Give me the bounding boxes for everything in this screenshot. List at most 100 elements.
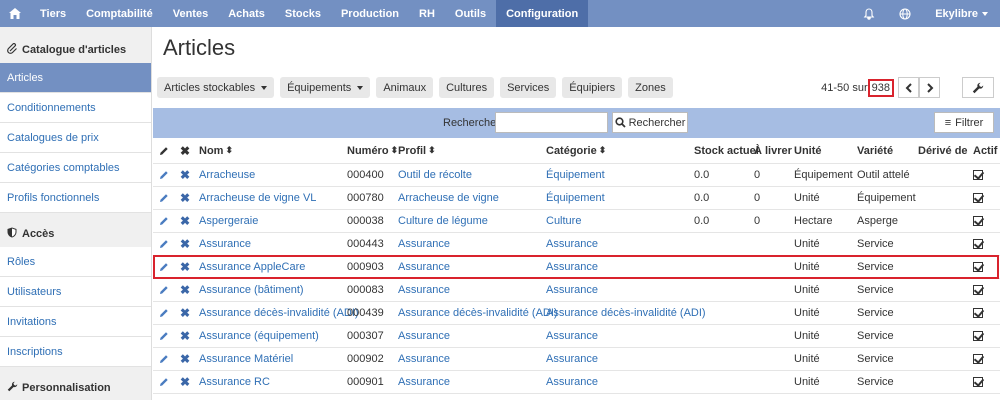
cell-categorie[interactable]: Culture [546,210,581,232]
filter-chip-label: Équipements [287,81,352,94]
cell-nom[interactable]: Assurance décès-invalidité (ADI) [199,302,359,324]
sidebar-item-utilisateurs[interactable]: Utilisateurs [0,277,151,307]
filter-chip-equipiers[interactable]: Équipiers [562,77,623,98]
cell-categorie[interactable]: Assurance [546,256,598,278]
edit-icon[interactable] [159,371,169,393]
delete-icon[interactable]: ✖ [180,302,190,324]
sidebar-item-inscriptions[interactable]: Inscriptions [0,337,151,367]
cell-profil[interactable]: Outil de récolte [398,164,472,186]
delete-icon[interactable]: ✖ [180,348,190,370]
sidebar-item-articles[interactable]: Articles [0,63,151,93]
delete-icon[interactable]: ✖ [180,210,190,232]
active-checkbox [973,302,983,324]
filter-chip-services[interactable]: Services [500,77,557,98]
cell-categorie[interactable]: Assurance [546,279,598,301]
bell-icon[interactable] [851,0,887,27]
nav-item-tiers[interactable]: Tiers [30,0,76,27]
cell-profil[interactable]: Assurance décès-invalidité (ADI) [398,302,558,324]
edit-icon[interactable] [159,348,169,370]
nav-item-stocks[interactable]: Stocks [275,0,331,27]
cell-categorie[interactable]: Assurance [546,233,598,255]
cell-profil[interactable]: Assurance [398,256,450,278]
cell-categorie[interactable]: Assurance décès-invalidité (ADI) [546,302,706,324]
cell-numero: 000903 [347,261,384,273]
check-icon [973,216,983,226]
cell-unite: Unité [794,353,820,365]
nav-item-outils[interactable]: Outils [445,0,496,27]
delete-icon[interactable]: ✖ [180,187,190,209]
sidebar-item-catalogues-de-prix[interactable]: Catalogues de prix [0,123,151,153]
cell-nom[interactable]: Assurance AppleCare [199,256,305,278]
edit-icon[interactable] [159,325,169,347]
filter-chip-cultures[interactable]: Cultures [439,77,495,98]
delete-icon[interactable]: ✖ [180,164,190,186]
filter-chip-zones[interactable]: Zones [628,77,673,98]
delete-icon[interactable]: ✖ [180,279,190,301]
cell-nom[interactable]: Assurance [199,233,251,255]
prev-page-button[interactable] [898,77,919,98]
filter-chip-articles-stockables[interactable]: Articles stockables [157,77,275,98]
cell-numero: 000780 [347,192,384,204]
home-icon[interactable] [0,0,30,27]
column-header-categorie[interactable]: Catégorie ⬍ [546,138,606,163]
cell-profil[interactable]: Assurance [398,279,450,301]
filter-chips: Articles stockables Équipements Animaux Cul… [157,77,673,98]
sidebar-item-profils-fonctionnels[interactable]: Profils fonctionnels [0,183,151,213]
nav-right: Ekylibre [851,0,1000,27]
sidebar-item-categories-comptables[interactable]: Catégories comptables [0,153,151,183]
cell-profil[interactable]: Arracheuse de vigne [398,187,499,209]
cell-nom[interactable]: Aspergeraie [199,210,258,232]
nav-item-ventes[interactable]: Ventes [163,0,218,27]
active-checkbox [973,187,983,209]
cell-categorie[interactable]: Équipement [546,187,605,209]
cell-nom[interactable]: Assurance (équipement) [199,325,319,347]
sidebar-item-conditionnements[interactable]: Conditionnements [0,93,151,123]
edit-icon[interactable] [159,210,169,232]
delete-icon[interactable]: ✖ [180,325,190,347]
search-button[interactable]: Rechercher [612,112,688,133]
column-header-numero[interactable]: Numéro ⬍ [347,138,398,163]
globe-icon[interactable] [887,0,923,27]
cell-profil[interactable]: Culture de légume [398,210,488,232]
cell-profil[interactable]: Assurance [398,233,450,255]
nav-item-rh[interactable]: RH [409,0,445,27]
cell-profil[interactable]: Assurance [398,348,450,370]
nav-item-production[interactable]: Production [331,0,409,27]
cell-categorie[interactable]: Assurance [546,348,598,370]
cell-nom[interactable]: Assurance RC [199,371,270,393]
search-input[interactable] [495,112,608,133]
nav-item-achats[interactable]: Achats [218,0,275,27]
delete-icon[interactable]: ✖ [180,371,190,393]
edit-icon[interactable] [159,256,169,278]
filter-button[interactable]: ≡ Filtrer [934,112,994,133]
cell-categorie[interactable]: Équipement [546,164,605,186]
delete-icon[interactable]: ✖ [180,256,190,278]
cell-categorie[interactable]: Assurance [546,371,598,393]
edit-icon[interactable] [159,164,169,186]
nav-item-comptabilite[interactable]: Comptabilité [76,0,163,27]
edit-icon[interactable] [159,233,169,255]
edit-icon[interactable] [159,279,169,301]
settings-button[interactable] [962,77,994,98]
pager-total[interactable]: 938 [867,78,894,97]
cell-profil[interactable]: Assurance [398,371,450,393]
user-menu[interactable]: Ekylibre [923,0,1000,27]
filter-chip-equipements[interactable]: Équipements [280,77,371,98]
cell-categorie[interactable]: Assurance [546,325,598,347]
next-page-button[interactable] [919,77,940,98]
cell-nom[interactable]: Assurance Matériel [199,348,293,370]
filter-chip-animaux[interactable]: Animaux [376,77,434,98]
cell-nom[interactable]: Arracheuse [199,164,255,186]
delete-icon[interactable]: ✖ [180,233,190,255]
nav-item-configuration[interactable]: Configuration [496,0,589,27]
edit-icon[interactable] [159,187,169,209]
column-header-profil[interactable]: Profil ⬍ [398,138,436,163]
column-header-nom[interactable]: Nom ⬍ [199,138,233,163]
cell-nom[interactable]: Assurance (bâtiment) [199,279,304,301]
sidebar-item-invitations[interactable]: Invitations [0,307,151,337]
table-row: ✖ Arracheuse de vigne VL 000780 Arracheuse … [153,187,1000,210]
cell-nom[interactable]: Arracheuse de vigne VL [199,187,316,209]
cell-profil[interactable]: Assurance [398,325,450,347]
edit-icon[interactable] [159,302,169,324]
sidebar-item-roles[interactable]: Rôles [0,247,151,277]
